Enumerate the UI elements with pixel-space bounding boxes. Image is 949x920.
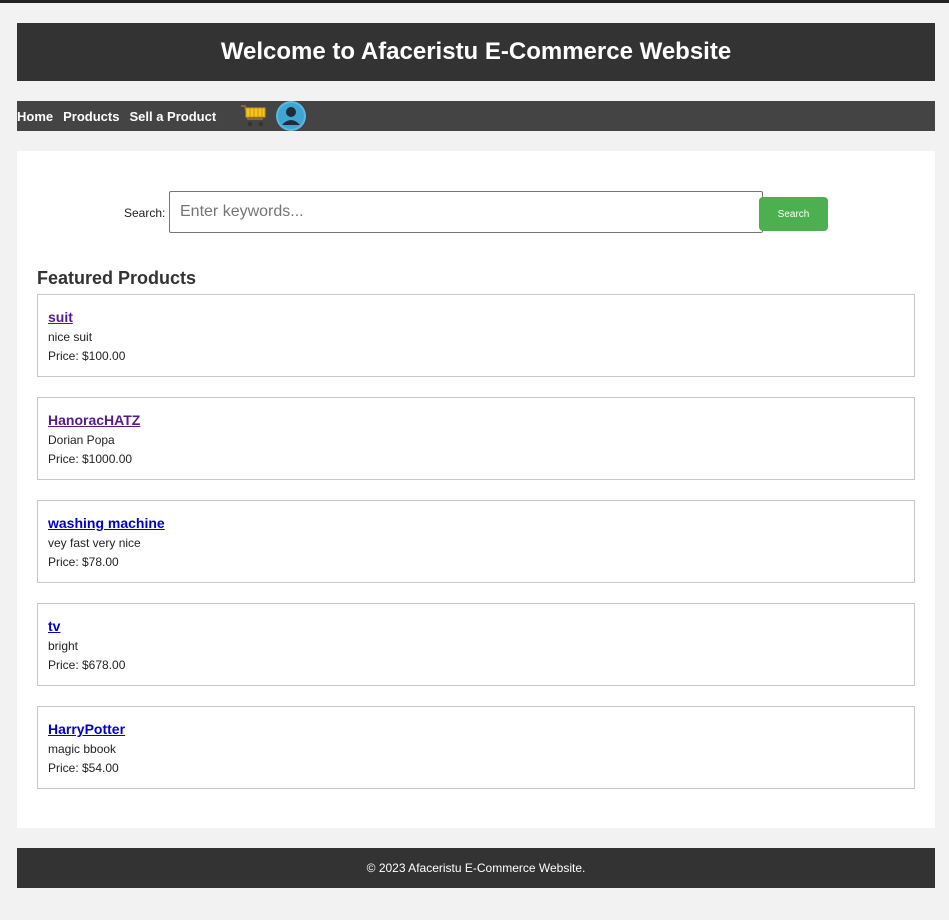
product-description: vey fast very nice [48,536,141,550]
product-price: Price: $100.00 [48,349,126,363]
product-card: HarryPotter magic bbook Price: $54.00 [37,706,915,789]
product-name-link[interactable]: HarryPotter [48,721,125,737]
product-name-link[interactable]: tv [48,618,60,634]
footer-copyright: © 2023 Afaceristu E-Commerce Website. [366,861,586,875]
site-footer: © 2023 Afaceristu E-Commerce Website. [17,848,935,888]
product-name-link[interactable]: HanoracHATZ [48,412,140,428]
main-nav: Home Products Sell a Product [17,101,935,131]
product-price: Price: $1000.00 [48,452,133,466]
nav-link-products[interactable]: Products [63,109,119,124]
product-description: Dorian Popa [48,433,115,447]
search-form: Search: Search [17,191,935,233]
product-price: Price: $78.00 [48,555,119,569]
product-card: suit nice suit Price: $100.00 [37,294,915,377]
product-card: washing machine vey fast very nice Price… [37,500,915,583]
site-title: Welcome to Afaceristu E-Commerce Website [220,38,732,65]
nav-link-home[interactable]: Home [17,109,53,124]
search-input[interactable] [169,191,763,233]
search-button[interactable]: Search [759,197,828,231]
featured-products-title: Featured Products [37,268,197,288]
search-label: Search: [124,206,166,220]
product-description: bright [48,639,79,653]
user-avatar-icon[interactable] [276,101,307,131]
main-content: Search: Search Featured Products suit ni… [17,151,935,828]
product-name-link[interactable]: washing machine [48,515,165,531]
product-price: Price: $678.00 [48,658,126,672]
site-header: Welcome to Afaceristu E-Commerce Website [17,23,935,81]
product-description: magic bbook [48,742,117,756]
nav-link-sell-product[interactable]: Sell a Product [129,109,216,124]
product-description: nice suit [48,330,93,344]
top-border [0,0,949,3]
product-list: suit nice suit Price: $100.00 HanoracHAT… [37,294,915,809]
product-name-link[interactable]: suit [48,309,73,325]
product-price: Price: $54.00 [48,761,119,775]
product-card: HanoracHATZ Dorian Popa Price: $1000.00 [37,397,915,480]
product-card: tv bright Price: $678.00 [37,603,915,686]
shopping-cart-icon[interactable] [240,103,268,129]
